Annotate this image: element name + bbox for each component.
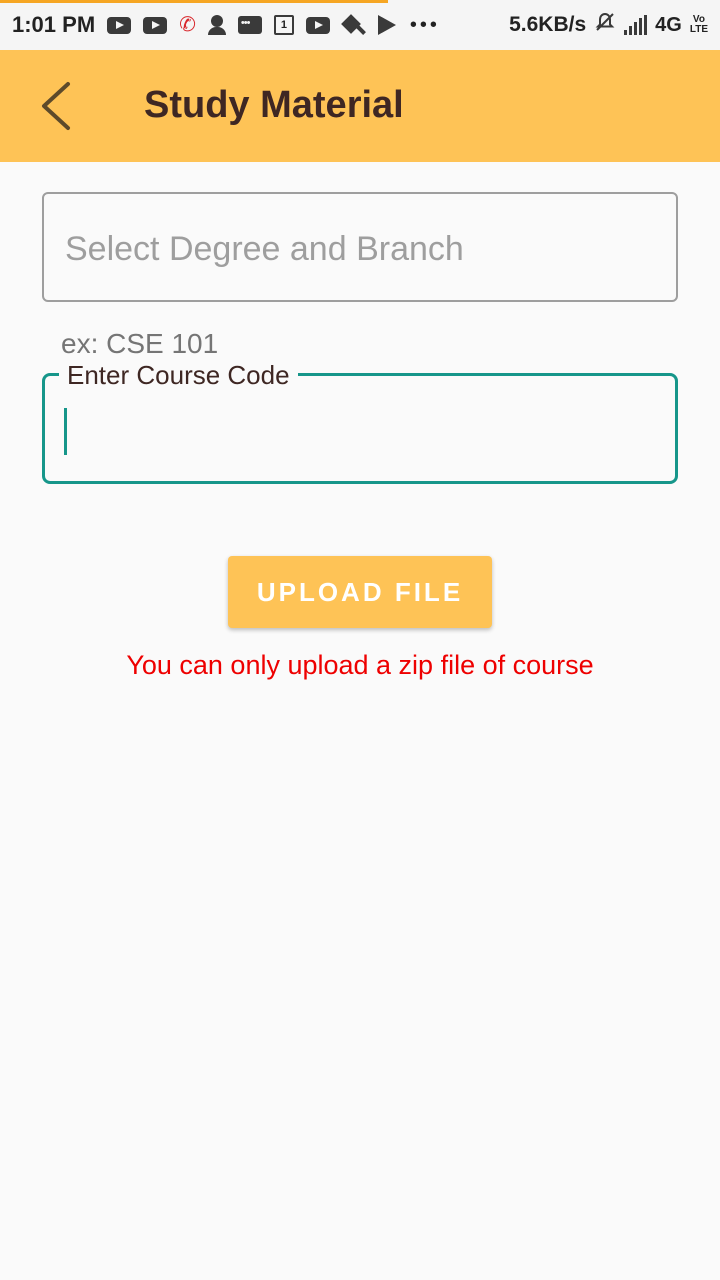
network-type: 4G	[655, 13, 682, 36]
status-right: 5.6KB/s 4G Vo LTE	[509, 11, 708, 39]
upload-file-button[interactable]: UPLOAD FILE	[228, 556, 492, 628]
message-icon	[237, 16, 262, 34]
signal-icon	[624, 15, 648, 35]
network-speed: 5.6KB/s	[509, 13, 587, 36]
play-store-icon	[376, 14, 396, 36]
page-title: Study Material	[144, 84, 404, 126]
text-caret	[64, 408, 67, 455]
tool-icon	[342, 14, 364, 36]
volte-icon: Vo LTE	[690, 15, 708, 35]
download-progress-line	[0, 0, 388, 3]
course-code-label: Enter Course Code	[59, 362, 298, 388]
youtube-icon	[107, 16, 132, 34]
avatar-icon	[207, 15, 226, 35]
notification-icons: ✆ 1	[107, 14, 396, 36]
missed-call-icon: ✆	[179, 14, 196, 36]
bell-off-icon	[594, 11, 616, 39]
back-button[interactable]	[30, 76, 90, 136]
status-time: 1:01 PM	[12, 12, 96, 37]
course-code-helper: ex: CSE 101	[61, 328, 219, 359]
app-bar: Study Material	[0, 50, 720, 162]
more-dots-icon: •••	[409, 13, 440, 36]
youtube-icon	[305, 16, 330, 34]
degree-branch-select[interactable]: Select Degree and Branch	[42, 192, 678, 302]
volte-bottom: LTE	[689, 24, 708, 35]
course-code-input[interactable]	[63, 396, 657, 462]
course-code-field[interactable]: Enter Course Code	[42, 362, 678, 484]
calendar-icon: 1	[273, 15, 294, 35]
zip-warning-text: You can only upload a zip file of course	[126, 650, 594, 680]
chevron-left-icon	[42, 82, 70, 130]
youtube-icon	[143, 16, 168, 34]
status-bar: 1:01 PM ✆ 1 ••• 5.6KB/s 4G Vo LTE	[0, 0, 720, 50]
degree-branch-placeholder: Select Degree and Branch	[65, 230, 464, 268]
